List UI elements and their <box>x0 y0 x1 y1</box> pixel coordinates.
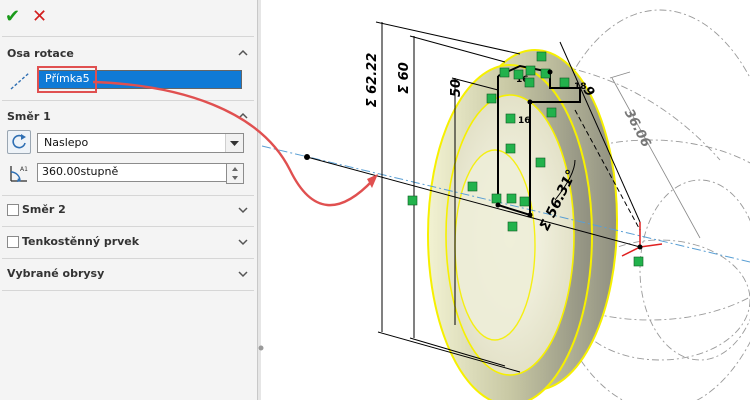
relation-label-16: 16 <box>518 116 531 126</box>
dimension-60[interactable]: Σ 60 <box>397 62 412 94</box>
axis-endpoint <box>304 154 310 160</box>
dimension-62-22[interactable]: Σ 62.22 <box>365 53 380 108</box>
graphics-area[interactable]: Σ 62.22 Σ 60 50 36.06 Σ 56.31° 9 16 16 1… <box>0 0 750 400</box>
callout-arrow <box>92 80 374 207</box>
revolved-body <box>427 49 618 400</box>
dimension-50[interactable]: 50 <box>449 79 464 97</box>
relation-label-18: 18 <box>574 82 587 92</box>
origin-marker <box>621 222 663 257</box>
dimension-36-06[interactable]: 36.06 <box>621 107 654 150</box>
